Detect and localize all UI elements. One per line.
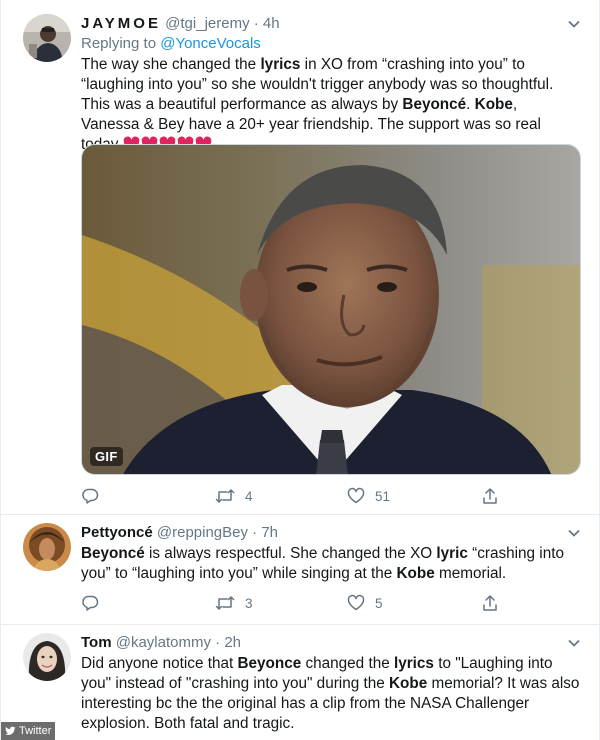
display-name[interactable]: Tom [81,634,112,651]
retweet-button[interactable]: 3 [215,593,253,613]
text-bold: lyrics [393,655,434,672]
gif-image [82,145,580,474]
twitter-bird-icon [5,726,16,735]
gif-media[interactable]: GIF [81,144,581,475]
heart-outline-icon [347,487,365,504]
separator: · [253,15,259,32]
gif-badge: GIF [90,447,123,466]
heart-outline-icon [347,594,365,611]
tweet-text: Beyoncé is always respectful. She change… [81,544,581,584]
tweet-jaymoe[interactable]: JAYMOE @tgi_jeremy · 4h Replying to @Yon… [1,0,600,515]
display-name[interactable]: JAYMOE [81,15,161,32]
text-segment: is always respectful. She changed the XO [144,545,437,562]
tweet-header: JAYMOE @tgi_jeremy · 4h [81,14,581,34]
retweet-icon [215,596,235,610]
text-bold: lyrics [260,56,301,73]
text-bold: lyric [436,545,468,562]
tweet-text: The way she changed the lyrics in XO fro… [81,55,576,158]
tweet-actions: 3 5 [81,593,501,613]
text-segment: Did anyone notice that [81,655,238,672]
replying-to-link[interactable]: @YonceVocals [160,35,261,52]
timestamp[interactable]: 2h [224,634,241,651]
chevron-down-icon[interactable] [567,526,581,540]
like-button[interactable]: 51 [347,486,390,506]
avatar[interactable] [23,633,71,681]
reply-button[interactable] [81,593,109,613]
watermark-text: Twitter [19,725,52,737]
tweet-text: Did anyone notice that Beyonce changed t… [81,654,581,734]
text-bold: Beyoncé [81,545,145,562]
retweet-icon [215,489,235,503]
share-button[interactable] [481,593,499,613]
tweet-header: Tom @kaylatommy · 2h [81,633,581,653]
separator: · [252,524,258,541]
timestamp[interactable]: 7h [261,524,278,541]
tweet-pettyonce[interactable]: Pettyoncé @reppingBey · 7h Beyoncé is al… [1,515,600,625]
share-icon [483,488,497,504]
separator: · [215,634,221,651]
like-button[interactable]: 5 [347,593,383,613]
retweet-button[interactable]: 4 [215,486,253,506]
text-bold: Beyoncé [402,96,467,113]
share-icon [483,595,497,611]
retweet-count: 3 [245,595,253,611]
handle[interactable]: @tgi_jeremy [165,15,249,32]
like-count: 51 [375,488,391,504]
chevron-down-icon[interactable] [567,636,581,650]
handle[interactable]: @kaylatommy [116,634,211,651]
handle[interactable]: @reppingBey [157,524,248,541]
like-count: 5 [375,595,383,611]
replying-to: Replying to @YonceVocals [81,34,581,54]
text-bold: Kobe [396,565,435,582]
timestamp[interactable]: 4h [263,15,280,32]
reply-icon [82,595,99,611]
tweet-header: Pettyoncé @reppingBey · 7h [81,523,581,543]
chevron-down-icon[interactable] [567,17,581,31]
tweet-actions: 4 51 [81,486,501,506]
text-segment: changed the [301,655,394,672]
text-segment: The way she changed the [81,56,261,73]
display-name[interactable]: Pettyoncé [81,524,153,541]
text-segment: . [466,96,475,113]
avatar[interactable] [23,523,71,571]
retweet-count: 4 [245,488,253,504]
reply-icon [82,488,99,504]
text-segment: memorial. [434,565,507,582]
share-button[interactable] [481,486,499,506]
text-bold: Kobe [474,96,513,113]
twitter-watermark: Twitter [1,722,56,740]
avatar[interactable] [23,14,71,62]
text-bold: Kobe [388,675,428,692]
reply-button[interactable] [81,486,109,506]
text-bold: Beyonce [237,655,302,672]
replying-prefix: Replying to [81,35,161,52]
tweet-tom[interactable]: Tom @kaylatommy · 2h Did anyone notice t… [1,625,600,740]
timeline: JAYMOE @tgi_jeremy · 4h Replying to @Yon… [0,0,600,740]
